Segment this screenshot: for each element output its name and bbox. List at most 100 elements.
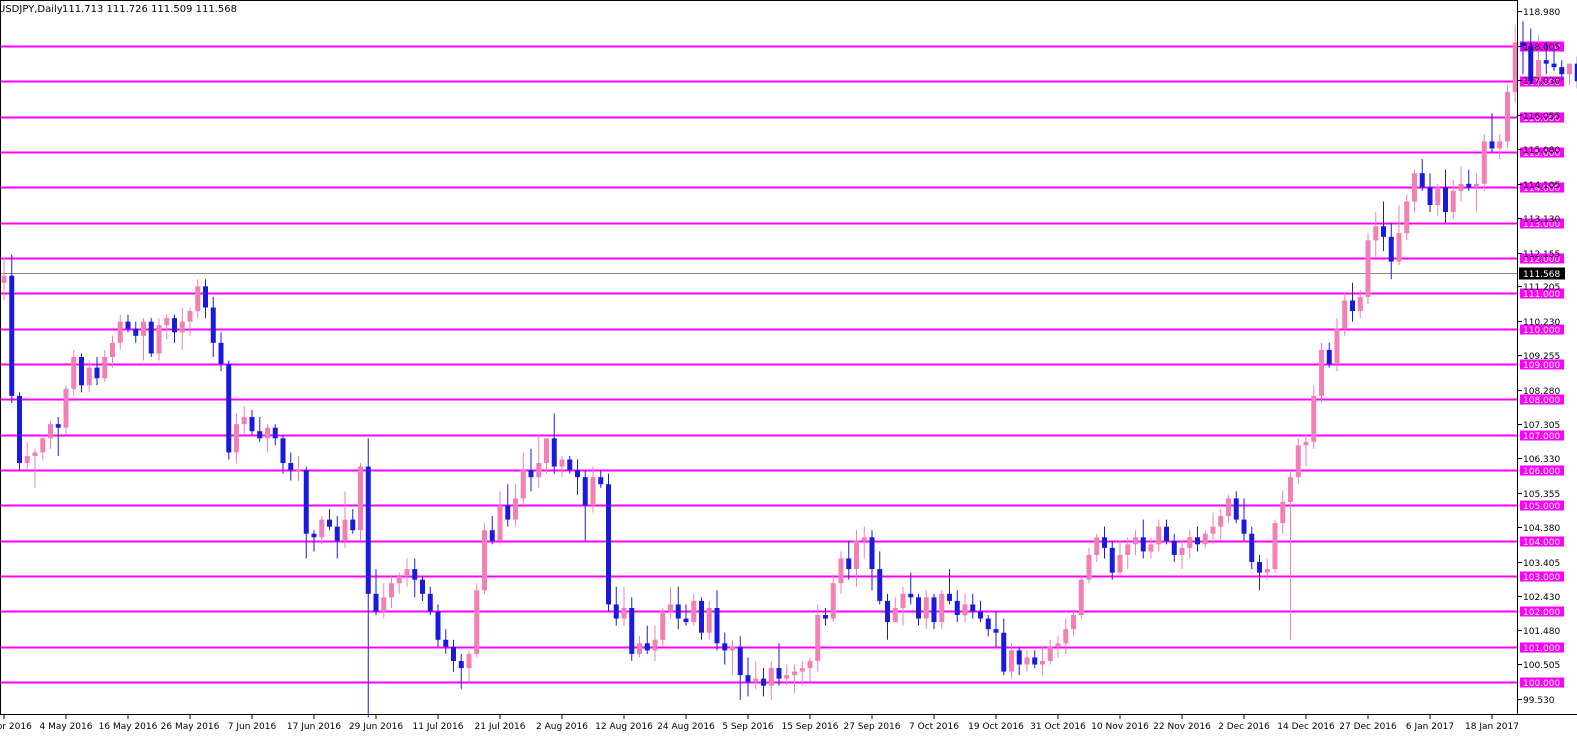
x-tick-label: 22 Apr 2016 — [0, 722, 32, 732]
candlestick-chart: 118.000117.000116.000115.000114.000113.0… — [0, 0, 1577, 736]
candle-body — [1381, 226, 1386, 237]
candle-body — [1063, 629, 1069, 644]
candle-body — [32, 452, 38, 456]
candle-body — [1272, 523, 1278, 570]
x-tick-label: 2 Dec 2016 — [1218, 722, 1270, 732]
candle-body — [489, 530, 495, 541]
candle-body — [241, 417, 247, 425]
x-tick-label: 21 Jul 2016 — [475, 722, 526, 732]
candle-body — [637, 643, 642, 654]
candle-body — [358, 466, 363, 531]
candle-body — [1334, 328, 1340, 365]
y-tick-label: 111.205 — [1523, 283, 1560, 293]
y-tick-label: 105.355 — [1523, 490, 1560, 500]
candle-body — [1264, 569, 1270, 573]
chart-ohlc: 111.713 111.726 111.509 111.568 — [62, 4, 237, 15]
candle-body — [993, 629, 999, 633]
candle-body — [272, 427, 278, 439]
level-label: 108.000 — [1523, 396, 1560, 406]
candle-body — [458, 660, 464, 669]
candle-body — [869, 537, 875, 570]
candle-body — [722, 643, 728, 651]
candle-body — [1140, 537, 1146, 552]
candle-body — [1071, 615, 1076, 630]
candle-body — [1466, 183, 1472, 188]
candle-body — [1241, 519, 1247, 534]
y-tick-label: 117.030 — [1523, 77, 1560, 87]
candle-body — [954, 600, 960, 616]
x-tick-label: 5 Sep 2016 — [722, 722, 774, 732]
candle-body — [1024, 657, 1030, 665]
candle-body — [1288, 477, 1293, 502]
candle-body — [1117, 554, 1123, 573]
candle-body — [714, 607, 720, 644]
candle-body — [551, 438, 557, 467]
candle-body — [815, 615, 821, 661]
candle-body — [373, 593, 379, 612]
candle-body — [1086, 554, 1092, 580]
candle-body — [1249, 533, 1255, 563]
candle-body — [582, 477, 588, 506]
candle-body — [1543, 60, 1549, 64]
candle-body — [482, 530, 487, 591]
candle-body — [1109, 547, 1115, 573]
candle-body — [1032, 657, 1038, 665]
y-tick-label: 112.155 — [1523, 250, 1560, 260]
candle-body — [885, 600, 890, 623]
candle-body — [1202, 533, 1208, 545]
candle-body — [164, 318, 170, 326]
y-tick-label: 110.230 — [1523, 318, 1560, 328]
candle-body — [776, 668, 782, 679]
candle-body — [528, 470, 534, 478]
y-tick-label: 104.380 — [1523, 524, 1560, 534]
level-label: 100.000 — [1523, 679, 1560, 689]
x-tick-label: 29 Jun 2016 — [349, 722, 403, 732]
candle-body — [1481, 141, 1487, 184]
candle-body — [1303, 441, 1309, 446]
candle-body — [9, 275, 15, 396]
level-label: 105.000 — [1523, 502, 1560, 512]
candle-body — [737, 646, 743, 676]
candle-body — [389, 583, 394, 598]
candle-body — [520, 470, 526, 499]
candle-body — [1148, 544, 1154, 552]
candle-body — [435, 611, 441, 640]
candle-body — [846, 558, 852, 570]
candle-body — [24, 455, 30, 464]
candle-body — [505, 505, 511, 520]
candle-body — [1311, 395, 1317, 442]
candle-body — [745, 675, 751, 683]
candle-body — [900, 593, 906, 608]
candle-body — [590, 477, 596, 506]
candle-body — [1388, 236, 1394, 262]
candle-body — [427, 593, 433, 612]
candle-body — [1, 275, 7, 283]
candle-body — [404, 569, 410, 577]
level-label: 109.000 — [1523, 361, 1560, 371]
candle-body — [48, 424, 53, 439]
candle-body — [1210, 526, 1216, 534]
candle-body — [1187, 537, 1193, 548]
candle-body — [133, 328, 139, 336]
candle-body — [598, 477, 604, 485]
candle-body — [334, 526, 340, 541]
candle-body — [1357, 296, 1363, 312]
y-tick-label: 118.980 — [1523, 8, 1560, 18]
candle-body — [1396, 233, 1402, 262]
candle-body — [575, 470, 580, 478]
candle-body — [350, 519, 356, 531]
y-tick-label: 99.530 — [1523, 696, 1555, 706]
candle-body — [311, 533, 317, 538]
candle-body — [1164, 526, 1169, 541]
candle-body — [1419, 173, 1425, 188]
candle-body — [1171, 540, 1177, 555]
candle-body — [536, 463, 542, 478]
candle-body — [799, 668, 805, 672]
candle-body — [1257, 562, 1262, 573]
candle-body — [1133, 537, 1138, 545]
candle-body — [916, 597, 921, 619]
x-tick-label: 7 Jun 2016 — [228, 722, 277, 732]
candle-body — [1280, 501, 1286, 524]
candle-body — [1016, 650, 1022, 665]
candle-body — [1047, 646, 1053, 661]
